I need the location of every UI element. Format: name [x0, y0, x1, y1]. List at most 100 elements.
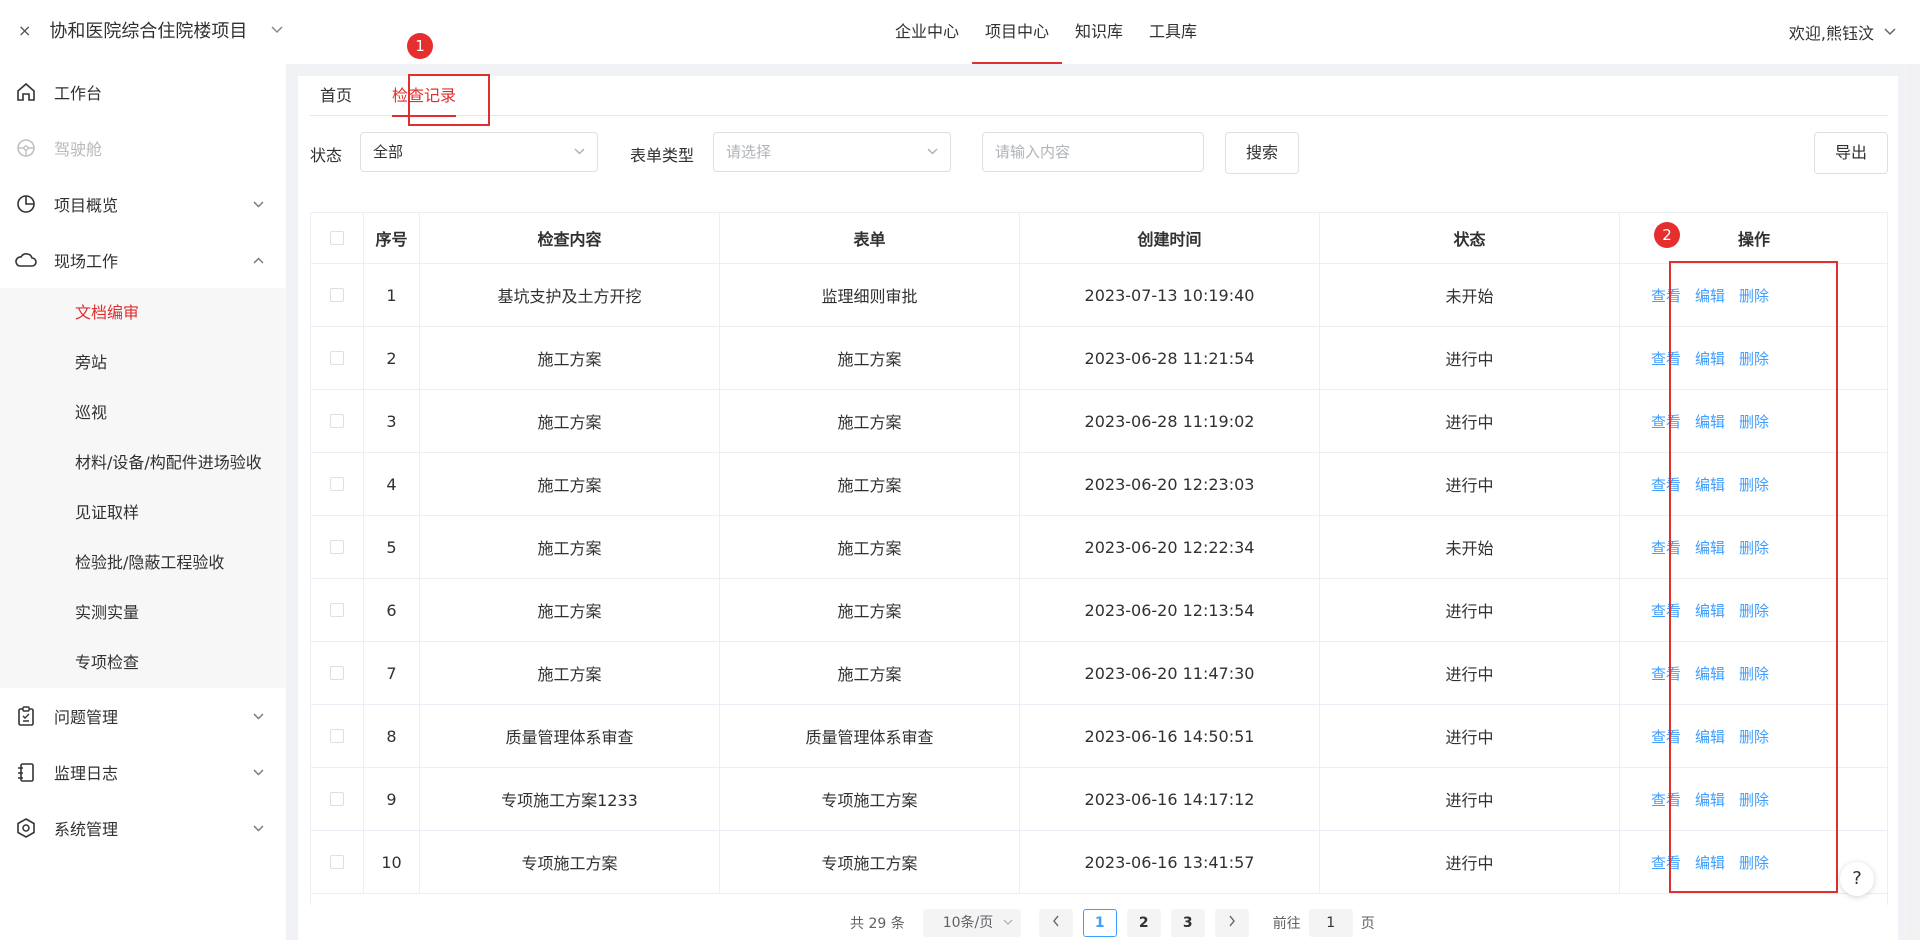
sidebar-subitem-special-inspection[interactable]: 专项检查	[0, 638, 286, 688]
row-checkbox[interactable]	[329, 855, 344, 869]
help-button[interactable]: ?	[1840, 862, 1874, 896]
row-select-cell[interactable]	[310, 705, 364, 767]
row-checkbox[interactable]	[329, 666, 344, 680]
project-title[interactable]: 协和医院综合住院楼项目	[49, 17, 247, 43]
sidebar-item-site-work[interactable]: 现场工作	[0, 232, 286, 288]
table-row: 2 施工方案 施工方案 2023-06-28 11:21:54 进行中 查看 编辑 删除	[310, 327, 1888, 390]
row-form: 施工方案	[720, 453, 1020, 515]
sidebar-subitem-witness-sampling[interactable]: 见证取样	[0, 488, 286, 538]
user-greeting[interactable]: 欢迎,熊钰汶	[1789, 20, 1874, 44]
user-menu[interactable]: 欢迎,熊钰汶	[1789, 20, 1896, 44]
table-row: 3 施工方案 施工方案 2023-06-28 11:19:02 进行中 查看 编辑 删除	[310, 390, 1888, 453]
row-select-cell[interactable]	[310, 516, 364, 578]
table-row: 4 施工方案 施工方案 2023-06-20 12:23:03 进行中 查看 编辑 删除	[310, 453, 1888, 516]
page-button-1[interactable]: 1	[1082, 909, 1117, 937]
tab-home[interactable]: 首页	[310, 76, 362, 116]
row-select-cell[interactable]	[310, 831, 364, 893]
close-icon[interactable]: ×	[18, 21, 31, 40]
nav-tool-library[interactable]: 工具库	[1136, 0, 1210, 64]
chevron-right-icon	[1229, 915, 1235, 927]
row-content: 施工方案	[420, 516, 720, 578]
sidebar-item-issue-management[interactable]: 问题管理	[0, 688, 286, 744]
row-content: 基坑支护及土方开挖	[420, 264, 720, 326]
sidebar-subitem-measurement[interactable]: 实测实量	[0, 588, 286, 638]
row-checkbox[interactable]	[329, 540, 344, 554]
sidebar-item-supervision-log[interactable]: 监理日志	[0, 744, 286, 800]
row-checkbox[interactable]	[329, 477, 344, 491]
row-index: 9	[364, 768, 420, 830]
row-checkbox[interactable]	[329, 792, 344, 806]
chevron-up-icon[interactable]	[253, 254, 264, 267]
sidebar-item-system-management[interactable]: 系统管理	[0, 800, 286, 856]
search-button[interactable]: 搜索	[1225, 132, 1299, 174]
nav-knowledge-base[interactable]: 知识库	[1062, 0, 1136, 64]
row-status: 进行中	[1320, 390, 1620, 452]
chevron-down-icon[interactable]	[253, 766, 264, 779]
row-checkbox[interactable]	[329, 288, 344, 302]
sidebar-subitem-document-review[interactable]: 文档编审	[0, 288, 286, 338]
table-body: 1 基坑支护及土方开挖 监理细则审批 2023-07-13 10:19:40 未开始 查看…	[310, 264, 1888, 894]
select-all-checkbox[interactable]	[329, 230, 344, 245]
chevron-down-icon[interactable]	[253, 822, 264, 835]
keyword-input[interactable]: 请输入内容	[982, 132, 1204, 172]
row-checkbox[interactable]	[329, 603, 344, 617]
row-status: 进行中	[1320, 768, 1620, 830]
chevron-down-icon	[927, 133, 938, 171]
page-scrollbar[interactable]	[1908, 64, 1918, 940]
goto-prefix: 前往	[1272, 916, 1301, 932]
nav-enterprise-center[interactable]: 企业中心	[882, 0, 972, 64]
row-status: 进行中	[1320, 831, 1620, 893]
annotation-box-2	[1669, 261, 1838, 893]
prev-page-button[interactable]	[1038, 909, 1073, 937]
row-form: 施工方案	[720, 642, 1020, 704]
row-checkbox[interactable]	[329, 414, 344, 428]
page-button-3[interactable]: 3	[1170, 909, 1205, 937]
sidebar-item-workbench[interactable]: 工作台	[0, 64, 286, 120]
row-created-time: 2023-06-28 11:19:02	[1020, 390, 1320, 452]
row-status: 进行中	[1320, 705, 1620, 767]
form-type-select[interactable]: 请选择	[713, 132, 951, 172]
sidebar-subitem-inspection-lot[interactable]: 检验批/隐蔽工程验收	[0, 538, 286, 588]
chevron-down-icon[interactable]	[253, 198, 264, 211]
row-checkbox[interactable]	[329, 351, 344, 365]
status-select[interactable]: 全部	[360, 132, 598, 172]
select-all-cell[interactable]	[310, 212, 364, 263]
export-button[interactable]: 导出	[1814, 132, 1888, 174]
notebook-icon	[14, 760, 38, 784]
annotation-badge-2: 2	[1654, 222, 1680, 248]
row-status: 进行中	[1320, 642, 1620, 704]
top-nav: 企业中心 项目中心 知识库 工具库	[882, 0, 1210, 64]
sidebar-subitem-side-station[interactable]: 旁站	[0, 338, 286, 388]
chevron-down-icon[interactable]	[271, 23, 283, 37]
page-button-2[interactable]: 2	[1126, 909, 1161, 937]
nav-project-center[interactable]: 项目中心	[972, 0, 1063, 64]
project-switcher[interactable]: × 协和医院综合住院楼项目	[18, 17, 283, 43]
page-size-select[interactable]: 10条/页	[922, 909, 1021, 937]
sidebar-item-label: 工作台	[54, 84, 103, 103]
row-checkbox[interactable]	[329, 729, 344, 743]
sidebar-subitem-material-acceptance[interactable]: 材料/设备/构配件进场验收	[0, 438, 286, 488]
pie-chart-icon	[14, 192, 38, 216]
row-created-time: 2023-06-20 11:47:30	[1020, 642, 1320, 704]
sidebar-item-cockpit[interactable]: 驾驶舱	[0, 120, 286, 176]
page-tabs: 首页 检查记录	[310, 76, 1888, 117]
row-select-cell[interactable]	[310, 327, 364, 389]
row-form: 施工方案	[720, 327, 1020, 389]
next-page-button[interactable]	[1214, 909, 1249, 937]
row-select-cell[interactable]	[310, 642, 364, 704]
row-index: 6	[364, 579, 420, 641]
row-select-cell[interactable]	[310, 768, 364, 830]
chevron-down-icon[interactable]	[1884, 25, 1896, 39]
row-select-cell[interactable]	[310, 579, 364, 641]
row-index: 5	[364, 516, 420, 578]
sidebar-subitem-patrol[interactable]: 巡视	[0, 388, 286, 438]
row-content: 施工方案	[420, 390, 720, 452]
row-content: 专项施工方案1233	[420, 768, 720, 830]
goto-page-input[interactable]: 1	[1308, 909, 1353, 937]
row-select-cell[interactable]	[310, 390, 364, 452]
sidebar-item-project-overview[interactable]: 项目概览	[0, 176, 286, 232]
chevron-down-icon[interactable]	[253, 710, 264, 723]
cloud-icon	[14, 248, 38, 272]
row-select-cell[interactable]	[310, 264, 364, 326]
row-select-cell[interactable]	[310, 453, 364, 515]
